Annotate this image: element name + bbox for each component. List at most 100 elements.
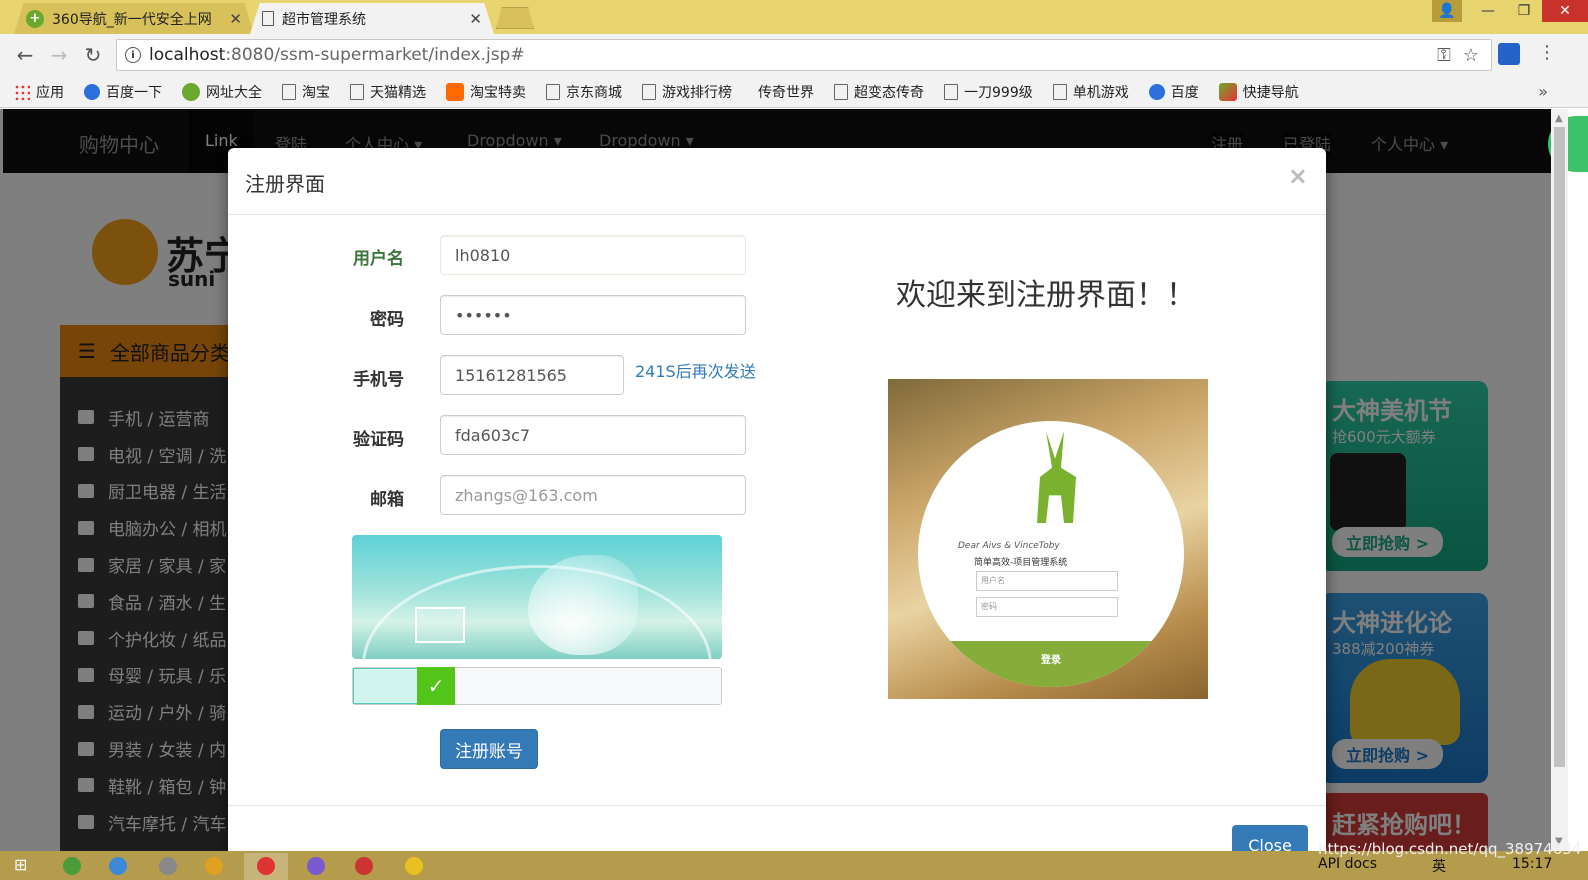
taskbar-app-icon[interactable] [392, 853, 436, 880]
bookmark-item[interactable]: 应用 [14, 82, 64, 102]
apps-grid-icon [14, 83, 30, 100]
clock[interactable]: 15:17 [1512, 856, 1552, 872]
password-label: 密码 [370, 310, 404, 330]
bookmark-item[interactable]: 传奇世界 [752, 82, 814, 102]
close-button[interactable]: Close [1232, 825, 1308, 851]
bookmark-item[interactable]: 网址大全 [182, 82, 262, 102]
url-path: :8080/ssm-supermarket/index.jsp# [225, 45, 525, 65]
app-icon [405, 857, 423, 875]
reload-icon[interactable]: ↻ [80, 42, 106, 68]
taskbar-app-icon[interactable] [294, 853, 338, 880]
tab-strip: + 360导航_新一代安全上网 ✕ 超市管理系统 ✕ 👤 — ❐ ✕ [0, 0, 1588, 34]
extension-icon[interactable] [1498, 43, 1520, 65]
bookmark-item[interactable]: 淘宝 [282, 82, 330, 102]
email-input[interactable]: zhangs@163.com [440, 475, 746, 515]
page-icon [944, 83, 958, 100]
user-profile-icon[interactable]: 👤 [1432, 0, 1462, 22]
new-tab-button[interactable] [496, 7, 534, 29]
taskbar-app-icon[interactable] [96, 853, 140, 880]
modal-footer [228, 805, 1326, 851]
tab-title: 超市管理系统 [282, 11, 366, 28]
verification-code-input[interactable]: fda603c7 [440, 415, 746, 455]
register-modal: 注册界面 × 用户名 lh0810 密码 •••••• 手机号 15161281… [228, 148, 1326, 851]
page-icon [262, 11, 274, 26]
slider-track-fill [353, 668, 419, 704]
key-icon[interactable]: ⚿ [1437, 45, 1451, 66]
captcha-slider[interactable]: ✓ [352, 667, 722, 705]
captcha-puzzle-slot [415, 607, 465, 643]
tab-close-icon[interactable]: ✕ [229, 10, 242, 28]
bookmark-item[interactable]: 百度一下 [84, 82, 162, 102]
preview-subtitle: 简单高效-项目管理系统 [974, 558, 1068, 568]
bookmark-label: 应用 [36, 84, 64, 101]
url-host: localhost [149, 45, 226, 65]
baidu-paw-icon [1148, 83, 1165, 100]
bookmark-label: 游戏排行榜 [662, 84, 732, 101]
page-icon [834, 83, 848, 100]
baidu-paw-icon [84, 83, 100, 100]
bookmark-item[interactable]: 京东商城 [546, 82, 622, 102]
info-icon[interactable]: i [125, 47, 141, 63]
username-input[interactable]: lh0810 [440, 235, 746, 275]
preview-login-button: 登录 [918, 641, 1184, 687]
url-text[interactable]: localhost:8080/ssm-supermarket/index.jsp… [149, 45, 1437, 65]
bookmark-item[interactable]: 天猫精选 [350, 82, 426, 102]
scroll-up-icon[interactable]: ▲ [1555, 113, 1563, 124]
resend-code-link[interactable]: 241S后再次发送 [635, 358, 756, 382]
close-icon[interactable]: × [1288, 162, 1308, 190]
ime-indicator[interactable]: 英 [1432, 856, 1446, 876]
taskbar-app-icon[interactable] [192, 853, 236, 880]
taskbar-app-icon[interactable] [50, 853, 94, 880]
phone-label: 手机号 [353, 370, 404, 390]
back-icon[interactable]: ← [12, 42, 38, 68]
password-input[interactable]: •••••• [440, 295, 746, 335]
tab-supermarket[interactable]: 超市管理系统 ✕ [250, 3, 494, 34]
bookmark-item[interactable]: 一刀999级 [944, 82, 1033, 102]
bookmark-item[interactable]: 百度 [1148, 82, 1199, 102]
taobao-icon [446, 82, 464, 101]
360-icon: + [26, 9, 44, 28]
bookmarks-bar: 应用 百度一下 网址大全 淘宝 天猫精选 淘宝特卖 京东商城 游戏排行榜 传奇世界 超变态传奇 一刀… [0, 76, 1588, 108]
email-label: 邮箱 [370, 490, 404, 510]
menu-icon[interactable]: ⋮ [1538, 42, 1556, 63]
bookmark-item[interactable]: 淘宝特卖 [446, 82, 526, 102]
windows-start-icon[interactable]: ⊞ [14, 855, 27, 874]
taskbar-app-icon[interactable] [342, 853, 386, 880]
bookmark-item[interactable]: 游戏排行榜 [642, 82, 732, 102]
page-icon [642, 83, 656, 100]
more-bookmarks-icon[interactable]: » [1538, 82, 1548, 101]
preview-password-field: 密码 [976, 597, 1118, 617]
tab-360-nav[interactable]: + 360导航_新一代安全上网 ✕ [14, 3, 254, 34]
bookmark-item[interactable]: 超变态传奇 [834, 82, 924, 102]
page-scrollbar[interactable]: ▲ ▼ [1551, 109, 1568, 851]
app-icon [159, 857, 177, 875]
page-icon [1052, 83, 1067, 100]
window-close-icon[interactable]: ✕ [1542, 0, 1588, 22]
app-icon [63, 857, 81, 875]
app-icon [205, 857, 223, 875]
scroll-thumb[interactable] [1554, 127, 1565, 767]
register-button[interactable]: 注册账号 [440, 729, 538, 769]
forward-icon[interactable]: → [46, 42, 72, 68]
taskbar-chrome-icon[interactable] [244, 853, 288, 880]
tab-close-icon[interactable]: ✕ [469, 10, 482, 28]
bookmark-item[interactable]: 快捷导航 [1218, 82, 1299, 102]
bookmark-label: 网址大全 [206, 84, 262, 101]
phone-input[interactable]: 15161281565 [440, 355, 624, 395]
maximize-icon[interactable]: ❐ [1506, 0, 1542, 22]
bookmark-item[interactable]: 单机游戏 [1052, 82, 1129, 102]
bookmark-label: 传奇世界 [758, 84, 814, 101]
window-controls: 👤 — ❐ ✕ [1432, 0, 1588, 22]
bookmark-label: 超变态传奇 [854, 84, 924, 101]
minimize-icon[interactable]: — [1470, 0, 1506, 22]
preview-login-card: Dear Aivs & VinceToby 简单高效-项目管理系统 用户名 密码… [918, 421, 1184, 687]
tray-api-docs[interactable]: API docs [1318, 856, 1377, 872]
taskbar-app-icon[interactable] [146, 853, 190, 880]
bookmark-label: 百度 [1170, 84, 1199, 101]
check-icon[interactable]: ✓ [417, 667, 455, 705]
bookmark-star-icon[interactable]: ☆ [1463, 45, 1479, 66]
modal-header: 注册界面 × [228, 148, 1326, 215]
page-icon [282, 83, 296, 100]
address-bar[interactable]: i localhost:8080/ssm-supermarket/index.j… [116, 39, 1492, 71]
app-icon [307, 857, 325, 875]
